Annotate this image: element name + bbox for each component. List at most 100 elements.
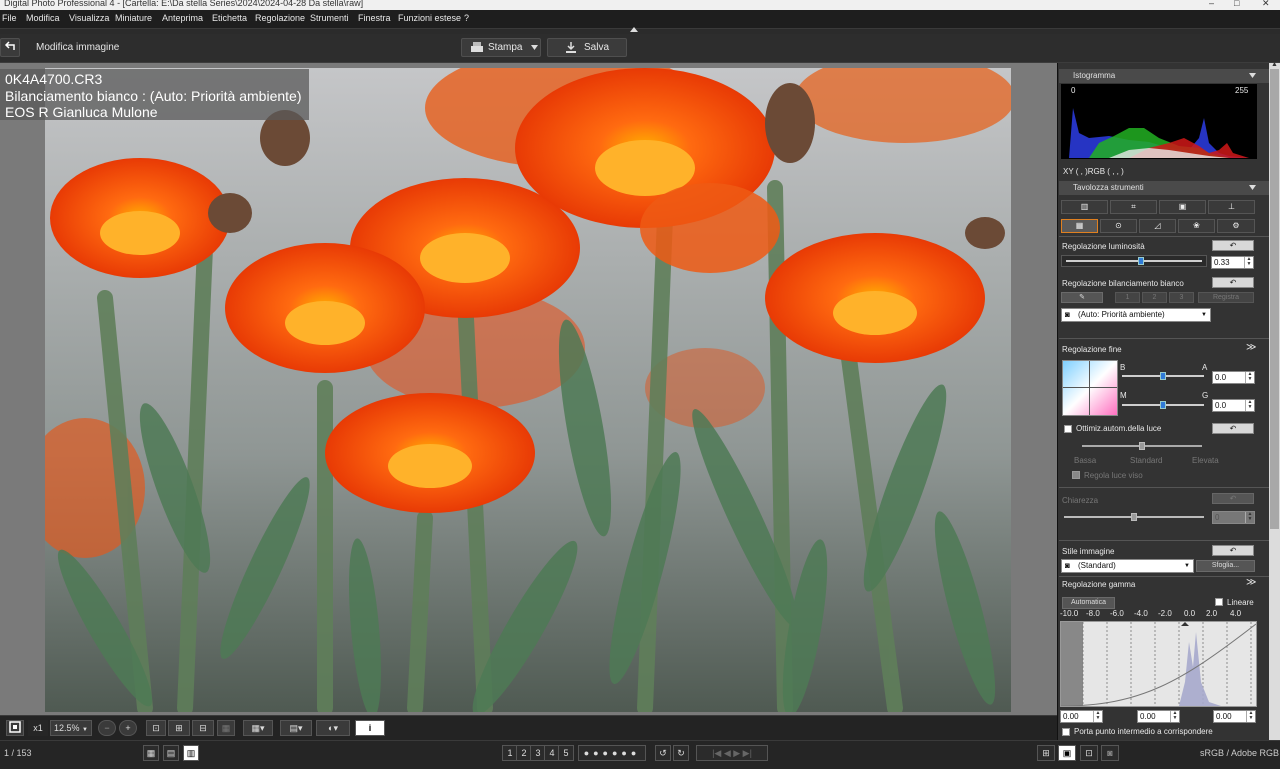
- layout-c-button[interactable]: ⊡: [1080, 745, 1098, 761]
- thumbnail-small-button[interactable]: ▦: [143, 745, 159, 761]
- wb-custom-2-button[interactable]: 2: [1142, 292, 1167, 303]
- single-view-button[interactable]: ▥: [183, 745, 199, 761]
- white-balance-reset-button[interactable]: ↶: [1212, 277, 1254, 288]
- camera-button[interactable]: ◙: [1101, 745, 1119, 761]
- menu-anteprima[interactable]: Anteprima: [162, 13, 203, 23]
- zoom-out-button[interactable]: −: [98, 720, 116, 736]
- grid-button[interactable]: ▦▾: [243, 720, 273, 736]
- wb-custom-3-button[interactable]: 3: [1169, 292, 1194, 303]
- scrollbar-thumb[interactable]: [1270, 69, 1279, 529]
- brightness-reset-button[interactable]: ↶: [1212, 240, 1254, 251]
- histogram-header[interactable]: Istogramma: [1059, 69, 1269, 83]
- spin-arrows-icon[interactable]: ▲ ▼: [1245, 400, 1254, 411]
- sync-view-button[interactable]: ▦: [217, 720, 235, 736]
- info-button[interactable]: i: [355, 720, 385, 736]
- back-button[interactable]: [0, 38, 20, 57]
- tab-color[interactable]: ❀: [1178, 219, 1215, 233]
- brightness-slider-track[interactable]: [1061, 255, 1207, 267]
- picture-style-reset-button[interactable]: ↶: [1212, 545, 1254, 556]
- layout-b-button[interactable]: ▣: [1058, 745, 1076, 761]
- menu-visualizza[interactable]: Visualizza: [69, 13, 109, 23]
- clarity-slider[interactable]: [1064, 513, 1204, 521]
- af-point-button[interactable]: ▤▾: [280, 720, 312, 736]
- spin-arrows-icon[interactable]: ▲ ▼: [1245, 512, 1254, 523]
- basic-adjust-tool-button[interactable]: ▥: [1061, 200, 1108, 214]
- spin-arrows-icon[interactable]: ▲ ▼: [1093, 711, 1102, 722]
- browse-button[interactable]: Sfoglia...: [1196, 560, 1255, 572]
- face-light-checkbox[interactable]: [1072, 471, 1080, 479]
- navigation-buttons[interactable]: |◀ ◀ ▶ ▶|: [696, 745, 768, 761]
- menu-finestra[interactable]: Finestra: [358, 13, 391, 23]
- gamma-right-input[interactable]: 0.00 ▲ ▼: [1213, 710, 1256, 723]
- rotate-left-button[interactable]: ↺: [655, 745, 671, 761]
- menu-help[interactable]: ?: [464, 13, 469, 23]
- ba-input[interactable]: 0.0 ▲ ▼: [1212, 371, 1255, 384]
- split-view-button[interactable]: ⊟: [192, 720, 214, 736]
- auto-lighting-slider[interactable]: [1082, 442, 1202, 450]
- thumbnail-large-button[interactable]: ▤: [163, 745, 179, 761]
- tab-settings[interactable]: ⚙: [1217, 219, 1255, 233]
- midpoint-checkbox[interactable]: [1062, 728, 1070, 736]
- gamma-graph[interactable]: [1060, 621, 1257, 707]
- white-balance-select[interactable]: ◙ (Auto: Priorità ambiente) ▼: [1061, 308, 1211, 322]
- brightness-slider-thumb[interactable]: [1137, 257, 1144, 265]
- maximize-button[interactable]: □: [1234, 0, 1239, 8]
- tab-tone-curve[interactable]: ◿: [1139, 219, 1176, 233]
- color-grid-picker[interactable]: [1062, 360, 1118, 416]
- zoom-1x-button[interactable]: x1: [28, 720, 48, 736]
- fit-screen-button[interactable]: [6, 720, 24, 736]
- brightness-input[interactable]: 0.33 ▲ ▼: [1211, 256, 1254, 269]
- check-marks-row[interactable]: ●●●●●●: [578, 745, 646, 761]
- menu-funzioni-estese[interactable]: Funzioni estese: [398, 13, 461, 23]
- menu-etichetta[interactable]: Etichetta: [212, 13, 247, 23]
- zoom-select[interactable]: 12.5% ▼: [50, 720, 92, 736]
- menu-strumenti[interactable]: Strumenti: [310, 13, 349, 23]
- brightness-slider[interactable]: [1066, 257, 1202, 265]
- compare-view-button[interactable]: ⊞: [168, 720, 190, 736]
- rating-5-button[interactable]: 5: [558, 745, 574, 761]
- menu-miniature[interactable]: Miniature: [115, 13, 152, 23]
- panel-scrollbar[interactable]: ▲: [1269, 61, 1280, 740]
- auto-lighting-reset-button[interactable]: ↶: [1212, 423, 1254, 434]
- print-button[interactable]: Stampa: [461, 38, 541, 57]
- save-button[interactable]: Salva: [547, 38, 627, 57]
- photo-preview[interactable]: [45, 68, 1011, 712]
- ba-slider-thumb[interactable]: [1160, 372, 1166, 380]
- tab-basic[interactable]: ▦: [1061, 219, 1098, 233]
- spin-arrows-icon[interactable]: ▲ ▼: [1246, 711, 1255, 722]
- layout-a-button[interactable]: ⊞: [1037, 745, 1055, 761]
- gamma-mid-input[interactable]: 0.00 ▲ ▼: [1137, 710, 1180, 723]
- collapse-icon[interactable]: ≫: [1246, 342, 1256, 353]
- mg-slider-thumb[interactable]: [1160, 401, 1166, 409]
- rotate-right-button[interactable]: ↻: [673, 745, 689, 761]
- tab-detail[interactable]: ⊙: [1100, 219, 1137, 233]
- zoom-in-button[interactable]: +: [119, 720, 137, 736]
- crop-view-button[interactable]: ⊡: [146, 720, 166, 736]
- wb-register-button[interactable]: Registra: [1198, 292, 1254, 303]
- mg-slider[interactable]: [1122, 401, 1204, 409]
- highlight-warning-button[interactable]: ◐▾: [316, 720, 350, 736]
- menu-modifica[interactable]: Modifica: [26, 13, 60, 23]
- collapse-icon[interactable]: ≫: [1246, 577, 1256, 588]
- stamp-tool-button[interactable]: ⊥: [1208, 200, 1255, 214]
- scroll-up-icon[interactable]: ▲: [1271, 61, 1278, 68]
- menu-file[interactable]: File: [2, 13, 17, 23]
- auto-lighting-checkbox[interactable]: [1064, 425, 1072, 433]
- crop-tool-button[interactable]: ⌗: [1110, 200, 1157, 214]
- toolbox-header[interactable]: Tavolozza strumenti: [1059, 181, 1269, 195]
- lens-correction-tool-button[interactable]: ▣: [1159, 200, 1206, 214]
- wb-custom-1-button[interactable]: 1: [1115, 292, 1140, 303]
- menu-regolazione[interactable]: Regolazione: [255, 13, 305, 23]
- linear-checkbox[interactable]: [1215, 598, 1223, 606]
- clarity-reset-button[interactable]: ↶: [1212, 493, 1254, 504]
- gamma-left-input[interactable]: 0.00 ▲ ▼: [1060, 710, 1103, 723]
- auto-lighting-slider-thumb[interactable]: [1139, 442, 1145, 450]
- clarity-slider-thumb[interactable]: [1131, 513, 1137, 521]
- minimize-button[interactable]: –: [1209, 0, 1214, 8]
- picture-style-select[interactable]: ◙ (Standard) ▼: [1061, 559, 1194, 573]
- close-button[interactable]: ✕: [1262, 0, 1270, 9]
- gamma-auto-button[interactable]: Automatica: [1062, 597, 1115, 609]
- clarity-input[interactable]: 0 ▲ ▼: [1212, 511, 1255, 524]
- spin-arrows-icon[interactable]: ▲ ▼: [1245, 372, 1254, 383]
- spin-arrows-icon[interactable]: ▲ ▼: [1170, 711, 1179, 722]
